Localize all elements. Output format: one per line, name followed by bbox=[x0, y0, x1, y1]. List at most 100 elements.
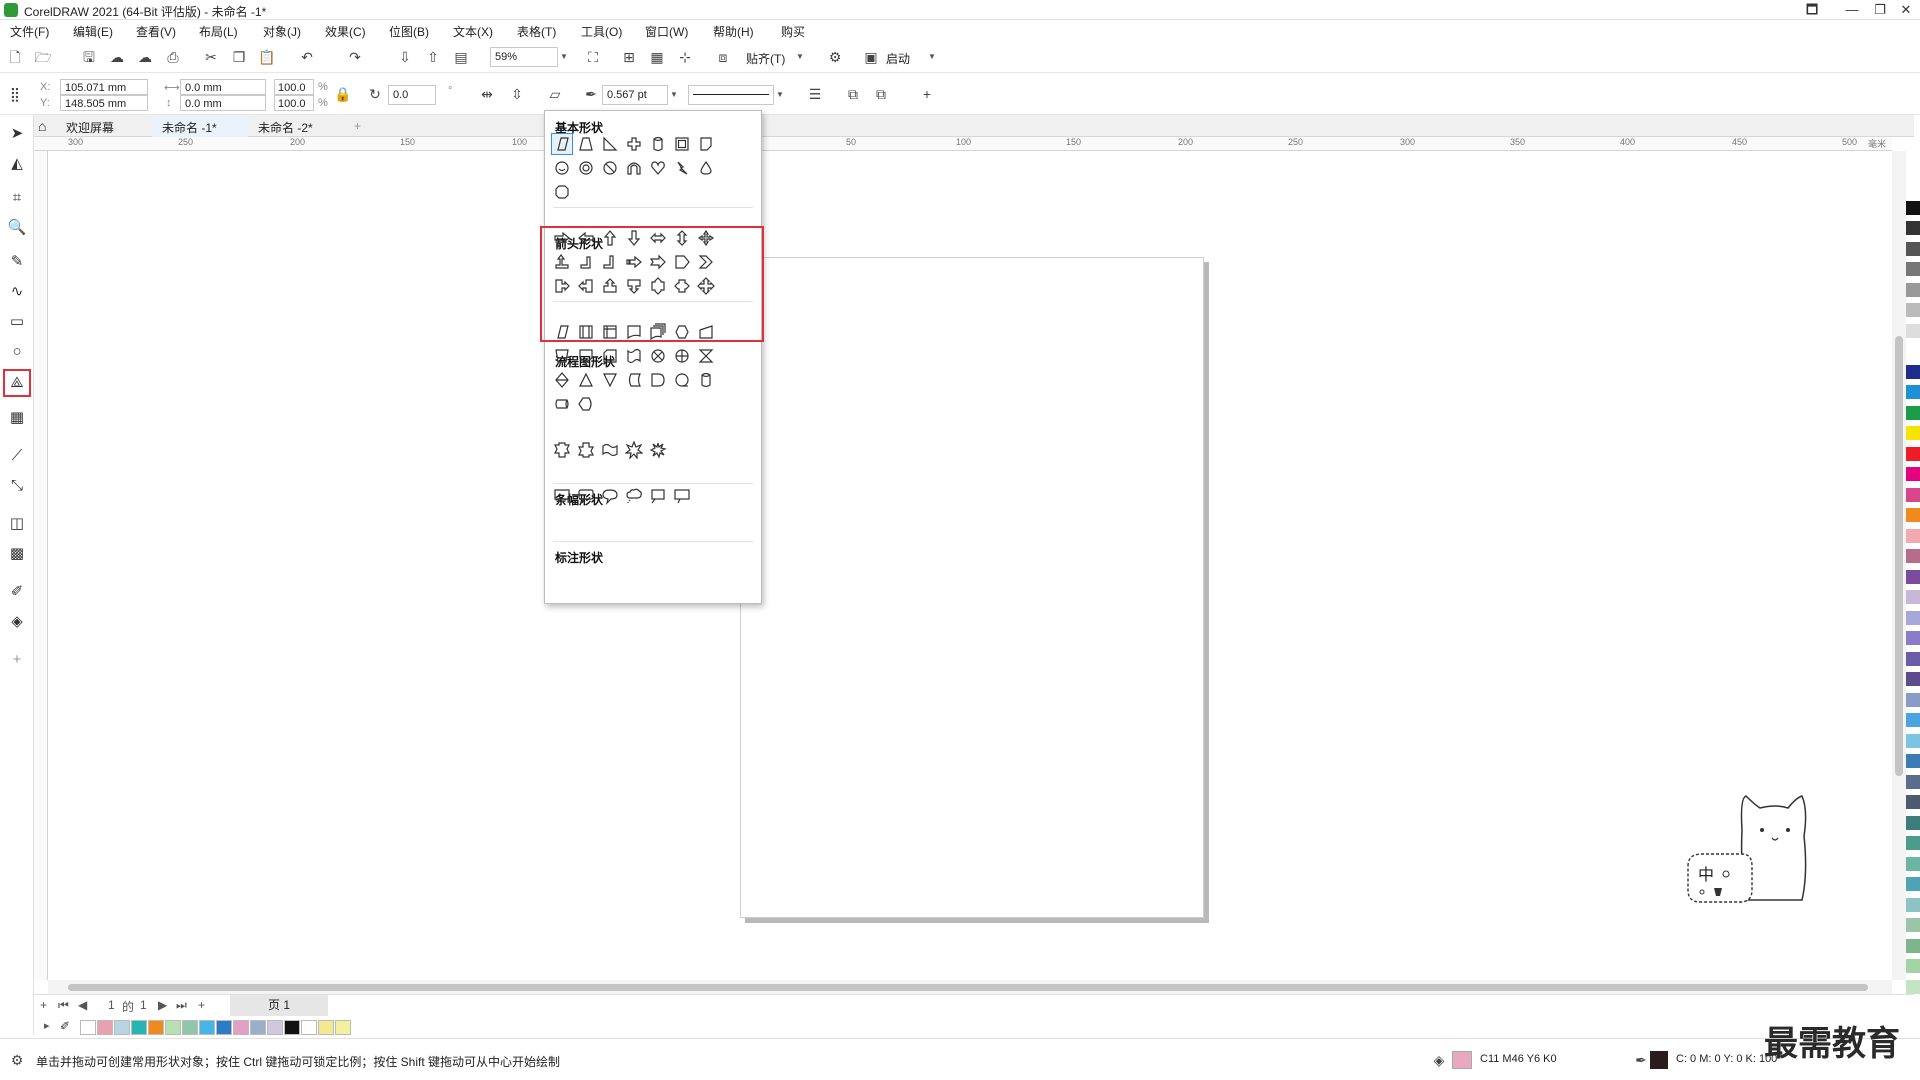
palette-color-swatch[interactable] bbox=[1906, 979, 1920, 994]
scroll-thumb[interactable] bbox=[68, 984, 1868, 991]
banner-ribbon-down-icon[interactable] bbox=[575, 439, 597, 461]
y-position-field[interactable]: 148.505 mm bbox=[60, 95, 148, 111]
palette-color-swatch[interactable] bbox=[1906, 262, 1920, 276]
add-tool-icon[interactable]: + bbox=[6, 649, 28, 671]
palette-color-swatch[interactable] bbox=[1906, 672, 1920, 686]
banner-starburst-icon[interactable] bbox=[647, 439, 669, 461]
no-symbol-icon[interactable] bbox=[599, 157, 621, 179]
palette-color-swatch[interactable] bbox=[1906, 446, 1920, 461]
document-color-swatch[interactable] bbox=[148, 1020, 164, 1035]
flow-punched-tape-icon[interactable] bbox=[623, 345, 645, 367]
cross-icon[interactable] bbox=[623, 133, 645, 155]
document-color-swatch[interactable] bbox=[80, 1020, 96, 1035]
palette-color-swatch[interactable] bbox=[1906, 549, 1920, 563]
snap-dropdown-icon[interactable]: ▼ bbox=[794, 47, 806, 67]
flow-card-icon[interactable] bbox=[599, 345, 621, 367]
x-position-field[interactable]: 105.071 mm bbox=[60, 79, 148, 95]
cut-icon[interactable]: ✂ bbox=[202, 48, 220, 66]
scale-width-field[interactable]: 100.0 bbox=[274, 79, 314, 95]
snap-icon[interactable]: ⧈ bbox=[714, 48, 732, 66]
vertical-ruler[interactable] bbox=[34, 151, 48, 980]
menu-file[interactable]: 文件(F) bbox=[10, 23, 49, 40]
width-field[interactable]: 0.0 mm bbox=[180, 79, 266, 95]
outline-color-swatch[interactable] bbox=[1650, 1051, 1668, 1069]
palette-color-swatch[interactable] bbox=[1906, 856, 1920, 871]
palette-color-swatch[interactable] bbox=[1906, 200, 1920, 215]
document-color-swatch[interactable] bbox=[216, 1020, 232, 1035]
palette-color-swatch[interactable] bbox=[1906, 651, 1920, 666]
dimension-tool-icon[interactable]: ⟋ bbox=[6, 445, 28, 467]
flow-offpage-icon[interactable] bbox=[575, 345, 597, 367]
frame-icon[interactable] bbox=[671, 133, 693, 155]
menu-table[interactable]: 表格(T) bbox=[517, 23, 556, 40]
cloud-upload-icon[interactable]: ☁ bbox=[136, 48, 154, 66]
palette-color-swatch[interactable] bbox=[1906, 569, 1920, 584]
tab-document-1[interactable]: 未命名 -1* bbox=[152, 115, 248, 137]
callout-line-border-icon[interactable] bbox=[671, 485, 693, 507]
document-color-swatch[interactable] bbox=[318, 1020, 334, 1035]
palette-color-swatch[interactable] bbox=[1906, 610, 1920, 625]
object-origin-icon[interactable]: ⣿ bbox=[6, 85, 24, 103]
palette-color-swatch[interactable] bbox=[1906, 467, 1920, 481]
menu-window[interactable]: 窗口(W) bbox=[645, 23, 688, 40]
crop-tool-icon[interactable]: ⌗ bbox=[6, 187, 28, 209]
copy-icon[interactable]: ❐ bbox=[230, 48, 248, 66]
palette-color-swatch[interactable] bbox=[1906, 405, 1920, 420]
undo-icon[interactable]: ↶ bbox=[298, 48, 316, 66]
shape-tool-icon[interactable]: ◭ bbox=[6, 153, 28, 175]
to-back-icon[interactable]: ⧉ bbox=[872, 85, 890, 103]
callout-rounded-icon[interactable] bbox=[575, 485, 597, 507]
menu-effects[interactable]: 效果(C) bbox=[325, 23, 366, 40]
grid-icon[interactable]: ▦ bbox=[648, 48, 666, 66]
menu-help[interactable]: 帮助(H) bbox=[713, 23, 754, 40]
palette-color-swatch[interactable] bbox=[1906, 180, 1920, 194]
palette-color-swatch[interactable] bbox=[1906, 590, 1920, 604]
full-screen-icon[interactable]: ⛶ bbox=[584, 48, 602, 66]
add-page-after-icon[interactable]: + bbox=[198, 998, 205, 1012]
palette-color-swatch[interactable] bbox=[1906, 815, 1920, 830]
flow-delay-icon[interactable] bbox=[647, 369, 669, 391]
mirror-vertical-icon[interactable]: ⇳ bbox=[508, 85, 526, 103]
menu-buy[interactable]: 购买 bbox=[781, 23, 805, 40]
snap-to-label[interactable]: 贴齐(T) bbox=[746, 50, 785, 67]
launch-label[interactable]: 启动 bbox=[886, 50, 910, 67]
menu-layout[interactable]: 布局(L) bbox=[199, 23, 238, 40]
menu-object[interactable]: 对象(J) bbox=[263, 23, 301, 40]
rulers-icon[interactable]: ⊞ bbox=[620, 48, 638, 66]
right-triangle-icon[interactable] bbox=[599, 133, 621, 155]
document-color-swatch[interactable] bbox=[182, 1020, 198, 1035]
document-color-swatch[interactable] bbox=[131, 1020, 147, 1035]
launch-icon[interactable]: ▣ bbox=[862, 48, 880, 66]
zoom-tool-icon[interactable]: 🔍 bbox=[6, 217, 28, 239]
palette-color-swatch[interactable] bbox=[1906, 487, 1920, 502]
zoom-level-field[interactable]: 59% bbox=[490, 47, 558, 67]
palette-color-swatch[interactable] bbox=[1906, 938, 1920, 953]
menu-view[interactable]: 查看(V) bbox=[136, 23, 176, 40]
new-document-icon[interactable]: 🗋 bbox=[6, 48, 24, 66]
cloud-download-icon[interactable]: ☁ bbox=[108, 48, 126, 66]
cylinder-icon[interactable] bbox=[647, 133, 669, 155]
pick-tool-icon[interactable]: ➤ bbox=[6, 123, 28, 145]
lightning-icon[interactable] bbox=[671, 157, 693, 179]
palette-color-swatch[interactable] bbox=[1906, 508, 1920, 522]
eyedropper-tool-icon[interactable]: ✐ bbox=[6, 581, 28, 603]
previous-page-icon[interactable]: ◀ bbox=[78, 998, 87, 1012]
palette-color-swatch[interactable] bbox=[1906, 754, 1920, 768]
palette-color-swatch[interactable] bbox=[1906, 241, 1920, 256]
folded-corner-icon[interactable] bbox=[695, 133, 717, 155]
settings-gear-icon[interactable]: ⚙ bbox=[8, 1051, 26, 1069]
document-color-swatch[interactable] bbox=[114, 1020, 130, 1035]
palette-color-swatch[interactable] bbox=[1906, 897, 1920, 912]
restore-icon[interactable]: 🗖 bbox=[1798, 1, 1826, 19]
callout-line-icon[interactable] bbox=[647, 485, 669, 507]
to-front-icon[interactable]: ⧉ bbox=[844, 85, 862, 103]
home-icon[interactable]: ⌂ bbox=[34, 115, 56, 137]
scroll-thumb[interactable] bbox=[1895, 336, 1903, 776]
palette-expand-icon[interactable]: ▸ bbox=[44, 1019, 50, 1032]
zoom-dropdown-icon[interactable]: ▼ bbox=[558, 47, 570, 67]
banner-wave-icon[interactable] bbox=[599, 439, 621, 461]
banner-explosion-icon[interactable] bbox=[623, 439, 645, 461]
vertical-scrollbar[interactable] bbox=[1892, 151, 1906, 980]
horizontal-scrollbar[interactable] bbox=[48, 980, 1892, 994]
palette-color-swatch[interactable] bbox=[1906, 692, 1920, 707]
